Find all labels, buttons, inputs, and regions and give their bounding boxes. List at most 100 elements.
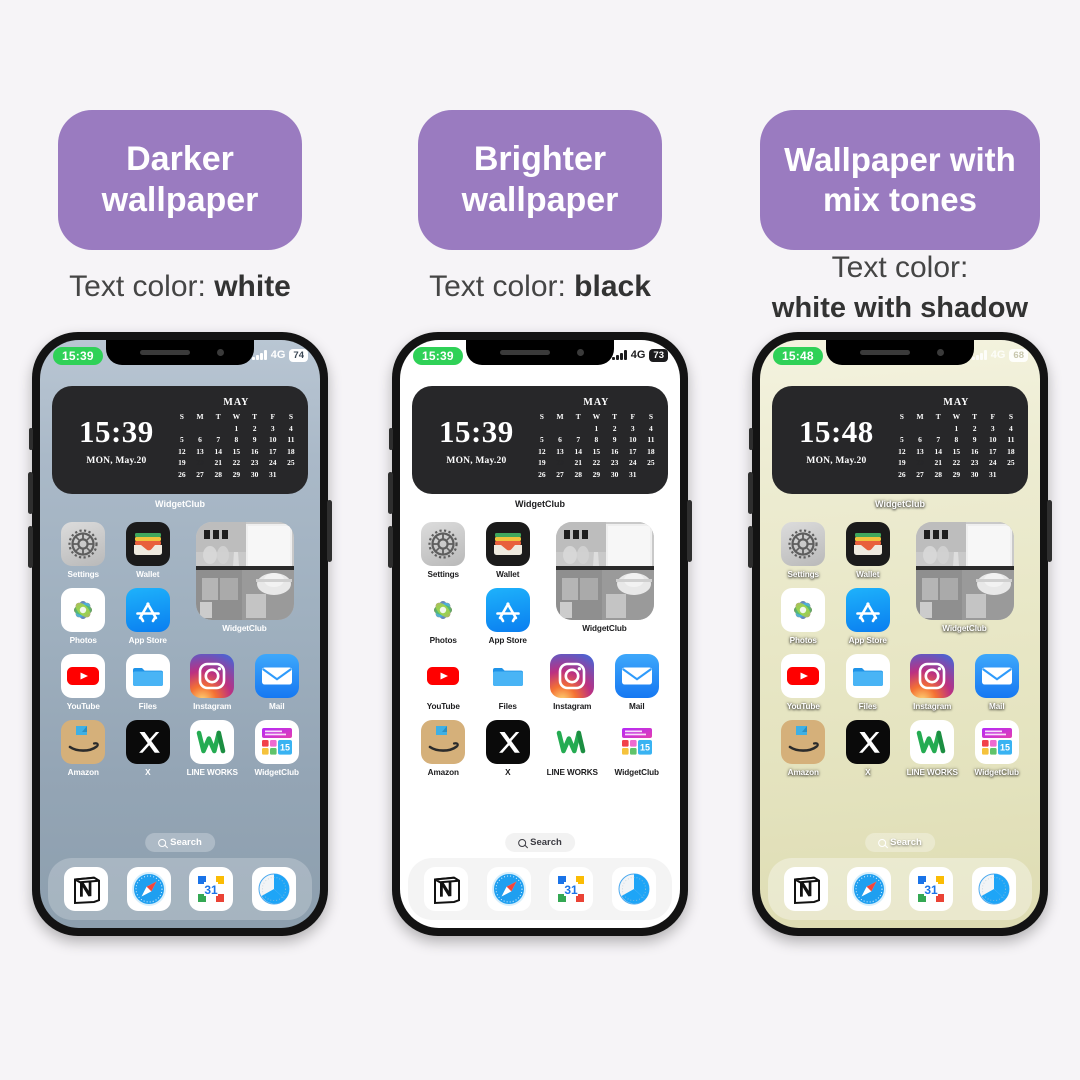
dock-icon-notion[interactable] xyxy=(424,867,469,911)
dock-icon-safari[interactable] xyxy=(126,867,171,911)
app-icon-amazon[interactable]: Amazon xyxy=(413,720,474,777)
mail-icon[interactable] xyxy=(974,654,1019,698)
app-icon-x[interactable]: X xyxy=(838,720,899,777)
app-icon-wallet[interactable]: Wallet xyxy=(118,522,179,579)
volume-down-button[interactable] xyxy=(28,526,33,568)
app-icon-widgetclub[interactable]: WidgetClub xyxy=(902,522,1027,645)
volume-down-button[interactable] xyxy=(388,526,393,568)
app-icon-instagram[interactable]: Instagram xyxy=(182,654,243,711)
app-icon-amazon[interactable]: Amazon xyxy=(53,720,114,777)
mail-icon[interactable] xyxy=(254,654,299,698)
dock-icon-safari[interactable] xyxy=(846,867,891,911)
line-works-icon[interactable] xyxy=(190,720,235,764)
dock-icon-google-calendar[interactable]: 31 xyxy=(189,867,234,911)
widgetclub-photo-widget[interactable] xyxy=(555,522,654,620)
instagram-icon[interactable] xyxy=(550,654,595,698)
volume-up-button[interactable] xyxy=(748,472,753,514)
mail-icon[interactable] xyxy=(614,654,659,698)
volume-down-button[interactable] xyxy=(748,526,753,568)
amazon-icon[interactable] xyxy=(421,720,466,764)
x-icon[interactable] xyxy=(485,720,530,764)
app-store-icon[interactable] xyxy=(845,588,890,632)
settings-icon[interactable] xyxy=(421,522,466,566)
app-icon-line-works[interactable]: LINE WORKS xyxy=(902,720,963,777)
widgetclub-photo-widget[interactable] xyxy=(915,522,1014,620)
app-icon-line-works[interactable]: LINE WORKS xyxy=(542,720,603,777)
youtube-icon[interactable] xyxy=(781,654,826,698)
power-button[interactable] xyxy=(327,500,332,562)
volume-up-button[interactable] xyxy=(28,472,33,514)
app-icon-widgetclub[interactable]: 15 WidgetClub xyxy=(607,720,668,777)
app-icon-instagram[interactable]: Instagram xyxy=(902,654,963,711)
photos-icon[interactable] xyxy=(421,588,466,632)
app-icon-widgetclub[interactable]: WidgetClub xyxy=(542,522,667,645)
app-icon-mail[interactable]: Mail xyxy=(247,654,308,711)
wallet-icon[interactable] xyxy=(485,522,530,566)
instagram-icon[interactable] xyxy=(190,654,235,698)
app-icon-widgetclub[interactable]: 15 WidgetClub xyxy=(967,720,1028,777)
wallet-icon[interactable] xyxy=(845,522,890,566)
app-icon-mail[interactable]: Mail xyxy=(607,654,668,711)
widgetclub-icon[interactable]: 15 xyxy=(614,720,659,764)
app-icon-photos[interactable]: Photos xyxy=(53,588,114,645)
app-icon-mail[interactable]: Mail xyxy=(967,654,1028,711)
app-icon-photos[interactable]: Photos xyxy=(413,588,474,645)
app-icon-x[interactable]: X xyxy=(478,720,539,777)
app-icon-widgetclub[interactable]: WidgetClub xyxy=(182,522,307,645)
dock-icon-notion[interactable] xyxy=(64,867,109,911)
search-pill[interactable]: Search xyxy=(865,833,935,852)
app-icon-youtube[interactable]: YouTube xyxy=(413,654,474,711)
x-icon[interactable] xyxy=(125,720,170,764)
silent-switch[interactable] xyxy=(389,428,393,450)
x-icon[interactable] xyxy=(845,720,890,764)
app-icon-x[interactable]: X xyxy=(118,720,179,777)
app-icon-instagram[interactable]: Instagram xyxy=(542,654,603,711)
app-icon-app-store[interactable]: App Store xyxy=(838,588,899,645)
app-store-icon[interactable] xyxy=(485,588,530,632)
dock-icon-google-calendar[interactable]: 31 xyxy=(909,867,954,911)
app-icon-line-works[interactable]: LINE WORKS xyxy=(182,720,243,777)
line-works-icon[interactable] xyxy=(550,720,595,764)
app-icon-app-store[interactable]: App Store xyxy=(118,588,179,645)
silent-switch[interactable] xyxy=(29,428,33,450)
search-pill[interactable]: Search xyxy=(505,833,575,852)
clock-calendar-widget[interactable]: 15:48 MON, May.20 MAY S M T W T F S 1 2 3 4 5 6 7 8 9 10… xyxy=(772,386,1028,509)
files-icon[interactable] xyxy=(125,654,170,698)
app-icon-widgetclub[interactable]: 15 WidgetClub xyxy=(247,720,308,777)
app-icon-settings[interactable]: Settings xyxy=(53,522,114,579)
search-pill[interactable]: Search xyxy=(145,833,215,852)
dock-icon-clock[interactable] xyxy=(251,867,296,911)
app-icon-files[interactable]: Files xyxy=(118,654,179,711)
volume-up-button[interactable] xyxy=(388,472,393,514)
amazon-icon[interactable] xyxy=(781,720,826,764)
dock-icon-clock[interactable] xyxy=(611,867,656,911)
dock-icon-google-calendar[interactable]: 31 xyxy=(549,867,594,911)
youtube-icon[interactable] xyxy=(421,654,466,698)
app-store-icon[interactable] xyxy=(125,588,170,632)
instagram-icon[interactable] xyxy=(910,654,955,698)
amazon-icon[interactable] xyxy=(61,720,106,764)
app-icon-wallet[interactable]: Wallet xyxy=(478,522,539,579)
settings-icon[interactable] xyxy=(61,522,106,566)
youtube-icon[interactable] xyxy=(61,654,106,698)
silent-switch[interactable] xyxy=(749,428,753,450)
app-icon-youtube[interactable]: YouTube xyxy=(53,654,114,711)
settings-icon[interactable] xyxy=(781,522,826,566)
power-button[interactable] xyxy=(1047,500,1052,562)
files-icon[interactable] xyxy=(485,654,530,698)
widgetclub-icon[interactable]: 15 xyxy=(254,720,299,764)
app-icon-files[interactable]: Files xyxy=(478,654,539,711)
clock-calendar-widget[interactable]: 15:39 MON, May.20 MAY S M T W T F S 1 2 3 4 5 6 7 8 9 10… xyxy=(52,386,308,509)
app-icon-amazon[interactable]: Amazon xyxy=(773,720,834,777)
dock-icon-safari[interactable] xyxy=(486,867,531,911)
line-works-icon[interactable] xyxy=(910,720,955,764)
app-icon-settings[interactable]: Settings xyxy=(413,522,474,579)
dock-icon-notion[interactable] xyxy=(784,867,829,911)
files-icon[interactable] xyxy=(845,654,890,698)
app-icon-app-store[interactable]: App Store xyxy=(478,588,539,645)
app-icon-files[interactable]: Files xyxy=(838,654,899,711)
app-icon-youtube[interactable]: YouTube xyxy=(773,654,834,711)
clock-calendar-widget[interactable]: 15:39 MON, May.20 MAY S M T W T F S 1 2 3 4 5 6 7 8 9 10… xyxy=(412,386,668,509)
dock-icon-clock[interactable] xyxy=(971,867,1016,911)
app-icon-photos[interactable]: Photos xyxy=(773,588,834,645)
